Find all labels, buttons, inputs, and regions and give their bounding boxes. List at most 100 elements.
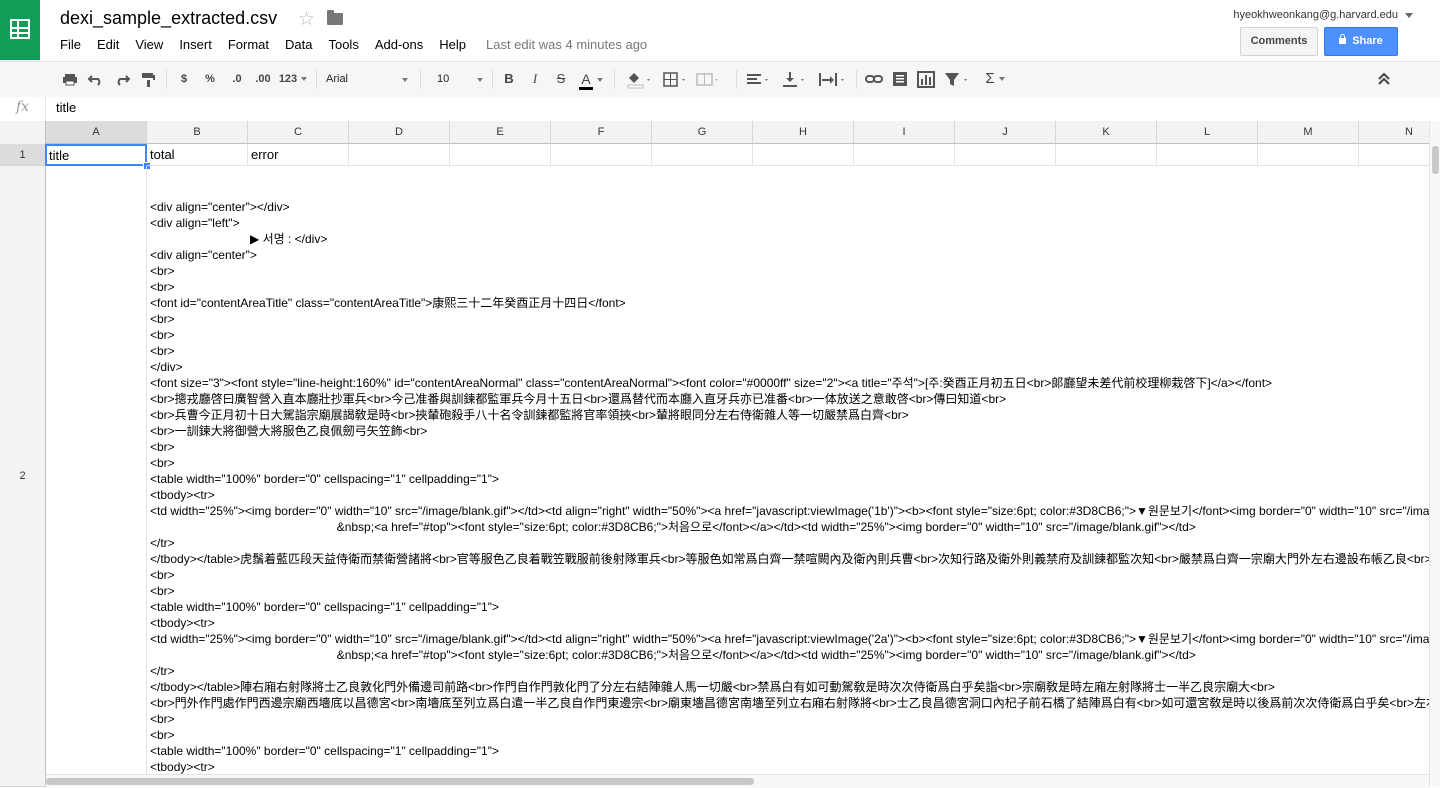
- spreadsheet-grid: ABCDEFGHIJKLMN 1 2 title total error <di…: [0, 121, 1440, 787]
- horizontal-scrollbar[interactable]: [46, 774, 1429, 788]
- insert-chart-icon[interactable]: [916, 62, 936, 97]
- cell-h1[interactable]: [753, 144, 854, 166]
- font-family-select[interactable]: Arial: [326, 68, 410, 91]
- column-header-n[interactable]: N: [1359, 121, 1440, 144]
- chevron-down-icon: [402, 78, 408, 82]
- more-formats-label: 123: [278, 73, 298, 85]
- column-header-c[interactable]: C: [248, 121, 349, 144]
- cell-e1[interactable]: [450, 144, 551, 166]
- column-header-a[interactable]: A: [46, 121, 147, 144]
- vertical-align-icon[interactable]: [780, 62, 808, 97]
- cell-b2[interactable]: <div align="center"></div> <div align="l…: [147, 165, 1429, 787]
- bold-button[interactable]: B: [501, 62, 517, 97]
- menu-format[interactable]: Format: [220, 36, 277, 53]
- row-header-2[interactable]: 2: [0, 166, 46, 787]
- redo-icon[interactable]: [112, 62, 132, 97]
- insert-comment-icon[interactable]: [890, 62, 910, 97]
- font-size-select[interactable]: 10: [437, 68, 485, 91]
- text-color-button[interactable]: A: [576, 62, 606, 97]
- menu-bar: File Edit View Insert Format Data Tools …: [52, 36, 647, 53]
- column-header-i[interactable]: I: [854, 121, 955, 144]
- menu-edit[interactable]: Edit: [89, 36, 127, 53]
- menu-addons[interactable]: Add-ons: [367, 36, 431, 53]
- share-button[interactable]: Share: [1324, 27, 1398, 56]
- insert-link-icon[interactable]: [864, 62, 884, 97]
- column-header-m[interactable]: M: [1258, 121, 1359, 144]
- sheets-logo-icon: [10, 19, 30, 39]
- cell-b2-content: <div align="center"></div> <div align="l…: [150, 200, 1429, 787]
- column-header-h[interactable]: H: [753, 121, 854, 144]
- fill-color-icon[interactable]: [624, 62, 654, 97]
- more-formats-button[interactable]: 123: [276, 62, 310, 97]
- cell-j1[interactable]: [955, 144, 1056, 166]
- cell-k1[interactable]: [1056, 144, 1157, 166]
- cell-c1[interactable]: error: [248, 144, 349, 166]
- cell-m1[interactable]: [1258, 144, 1359, 166]
- row-header-1[interactable]: 1: [0, 144, 46, 166]
- cell-l1[interactable]: [1157, 144, 1258, 166]
- menu-data[interactable]: Data: [277, 36, 320, 53]
- increase-decimal-button[interactable]: .00: [252, 62, 274, 97]
- chevron-down-icon: [301, 77, 308, 82]
- functions-label: Σ: [985, 70, 995, 87]
- filter-icon[interactable]: [942, 62, 972, 97]
- cell-i1[interactable]: [854, 144, 955, 166]
- account-email[interactable]: hyeokhweonkang@g.harvard.edu: [1233, 9, 1398, 21]
- column-header-j[interactable]: J: [955, 121, 1056, 144]
- cell-g1[interactable]: [652, 144, 753, 166]
- horizontal-scroll-thumb[interactable]: [46, 778, 754, 785]
- cell-a2[interactable]: [46, 166, 147, 787]
- collapse-toolbar-icon[interactable]: [1374, 62, 1394, 97]
- formula-input[interactable]: title: [56, 100, 76, 115]
- sheets-logo[interactable]: [0, 0, 40, 60]
- vertical-scrollbar[interactable]: [1429, 121, 1440, 787]
- currency-format-button[interactable]: $: [176, 62, 192, 97]
- formula-separator: [45, 97, 46, 121]
- cell-d1[interactable]: [349, 144, 450, 166]
- column-header-e[interactable]: E: [450, 121, 551, 144]
- vertical-scroll-thumb[interactable]: [1432, 146, 1439, 174]
- strikethrough-button[interactable]: S: [553, 62, 569, 97]
- fx-icon: fx: [16, 99, 30, 115]
- font-size-value: 10: [437, 73, 450, 85]
- comments-button[interactable]: Comments: [1240, 27, 1318, 56]
- folder-icon[interactable]: [327, 10, 343, 25]
- decrease-decimal-button[interactable]: .0: [226, 62, 248, 97]
- menu-file[interactable]: File: [52, 36, 89, 53]
- functions-button[interactable]: Σ: [980, 62, 1010, 97]
- menu-insert[interactable]: Insert: [171, 36, 220, 53]
- text-wrapping-icon[interactable]: [816, 62, 848, 97]
- cell-n1[interactable]: [1359, 144, 1440, 166]
- column-header-f[interactable]: F: [551, 121, 652, 144]
- column-header-d[interactable]: D: [349, 121, 450, 144]
- cell-b1[interactable]: total: [147, 144, 248, 166]
- menu-view[interactable]: View: [127, 36, 171, 53]
- cell-f1[interactable]: [551, 144, 652, 166]
- cell-a1[interactable]: title: [45, 144, 147, 166]
- toolbar-separator: [614, 70, 615, 89]
- column-header-g[interactable]: G: [652, 121, 753, 144]
- toolbar-separator: [316, 70, 317, 89]
- toolbar: $ % .0 .00 123 Arial 10 B I S A Σ: [0, 61, 1440, 98]
- menu-help[interactable]: Help: [431, 36, 474, 53]
- toolbar-separator: [420, 70, 421, 89]
- account-dropdown-icon[interactable]: [1405, 13, 1413, 18]
- borders-icon[interactable]: [660, 62, 690, 97]
- column-header-k[interactable]: K: [1056, 121, 1157, 144]
- paint-format-icon[interactable]: [138, 62, 158, 97]
- merge-cells-icon[interactable]: [694, 62, 724, 97]
- column-header-l[interactable]: L: [1157, 121, 1258, 144]
- select-all-corner[interactable]: [0, 121, 46, 145]
- column-header-b[interactable]: B: [147, 121, 248, 144]
- menu-tools[interactable]: Tools: [320, 36, 366, 53]
- percent-format-button[interactable]: %: [202, 62, 218, 97]
- star-icon[interactable]: ☆: [298, 8, 315, 31]
- last-edit-status[interactable]: Last edit was 4 minutes ago: [486, 36, 647, 53]
- print-icon[interactable]: [60, 62, 80, 97]
- horizontal-align-icon[interactable]: [744, 62, 772, 97]
- document-title[interactable]: dexi_sample_extracted.csv: [60, 8, 277, 29]
- italic-button[interactable]: I: [527, 62, 543, 97]
- undo-icon[interactable]: [86, 62, 106, 97]
- chevron-down-icon: [477, 78, 483, 82]
- chevron-down-icon: [998, 77, 1005, 82]
